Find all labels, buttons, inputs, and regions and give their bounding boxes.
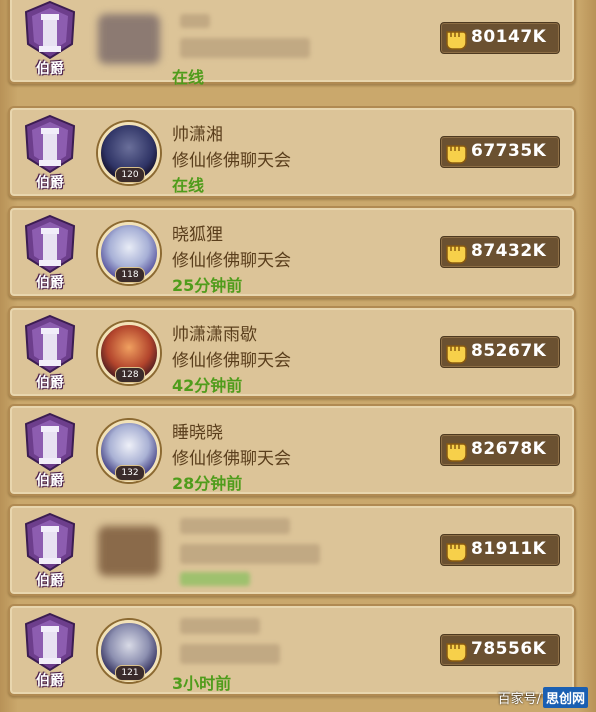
online-status: 42分钟前 (172, 376, 243, 395)
fist-icon (446, 145, 467, 164)
member-list: 伯爵 在线 80147K 伯爵 120 帅潇湘 修仙修佛聊天会 在线 67735… (0, 0, 596, 712)
member-row[interactable]: 伯爵 132 睡晓晓 修仙修佛聊天会 28分钟前 82678K (8, 404, 576, 496)
watermark-text: 百家号/ (497, 692, 541, 707)
level-badge: 118 (115, 267, 145, 283)
guild-redacted (180, 544, 320, 564)
fist-icon (446, 543, 467, 562)
watermark-brand: 思创网 (542, 687, 588, 708)
avatar[interactable]: 121 (98, 620, 160, 682)
fist-icon (446, 345, 467, 364)
online-status: 在线 (172, 68, 205, 87)
avatar[interactable] (98, 14, 160, 64)
avatar[interactable]: 118 (98, 222, 160, 284)
watermark: 百家号/思创网 (498, 687, 588, 708)
level-badge: 120 (115, 167, 145, 183)
power-box: 81911K (440, 534, 560, 566)
avatar[interactable] (98, 526, 160, 576)
rank-badge-icon: 伯爵 (20, 314, 80, 392)
player-name: 睡晓晓 (172, 423, 223, 443)
power-value: 81911K (471, 539, 547, 559)
member-row[interactable]: 伯爵 在线 80147K (8, 0, 576, 87)
power-box: 87432K (440, 236, 560, 268)
guild-redacted (180, 644, 280, 664)
online-status: 25分钟前 (172, 276, 243, 295)
member-row[interactable]: 伯爵 128 帅潇潇雨歇 修仙修佛聊天会 42分钟前 85267K (8, 306, 576, 398)
rank-label: 伯爵 (36, 61, 64, 77)
guild-redacted (180, 38, 310, 58)
rank-label: 伯爵 (36, 275, 64, 291)
guild-name: 修仙修佛聊天会 (172, 449, 291, 469)
guild-name: 修仙修佛聊天会 (172, 351, 291, 371)
fist-icon (446, 643, 467, 662)
rank-label: 伯爵 (36, 673, 64, 689)
online-status: 在线 (172, 176, 205, 195)
avatar[interactable]: 132 (98, 420, 160, 482)
member-row[interactable]: 伯爵 81911K (8, 504, 576, 596)
fist-icon (446, 245, 467, 264)
fist-icon (446, 443, 467, 462)
rank-label: 伯爵 (36, 473, 64, 489)
power-value: 87432K (471, 241, 547, 261)
power-box: 78556K (440, 634, 560, 666)
rank-badge-icon: 伯爵 (20, 412, 80, 490)
power-value: 85267K (471, 341, 547, 361)
avatar[interactable]: 120 (98, 122, 160, 184)
player-name: 晓狐狸 (172, 225, 223, 245)
name-redacted (180, 618, 260, 634)
status-redacted (180, 572, 250, 586)
online-status: 28分钟前 (172, 474, 243, 493)
level-badge: 128 (115, 367, 145, 383)
rank-badge-icon: 伯爵 (20, 114, 80, 192)
power-box: 80147K (440, 22, 560, 54)
power-value: 67735K (471, 141, 547, 161)
rank-label: 伯爵 (36, 375, 64, 391)
member-row[interactable]: 伯爵 120 帅潇湘 修仙修佛聊天会 在线 67735K (8, 106, 576, 198)
level-badge: 121 (115, 665, 145, 681)
fist-icon (446, 31, 467, 50)
player-name: 帅潇湘 (172, 125, 223, 145)
power-box: 82678K (440, 434, 560, 466)
power-value: 80147K (471, 27, 547, 47)
rank-label: 伯爵 (36, 573, 64, 589)
level-badge: 132 (115, 465, 145, 481)
rank-label: 伯爵 (36, 175, 64, 191)
name-redacted (180, 14, 210, 28)
power-value: 82678K (471, 439, 547, 459)
guild-name: 修仙修佛聊天会 (172, 251, 291, 271)
rank-badge-icon: 伯爵 (20, 612, 80, 690)
avatar[interactable]: 128 (98, 322, 160, 384)
member-row[interactable]: 伯爵 118 晓狐狸 修仙修佛聊天会 25分钟前 87432K (8, 206, 576, 298)
member-row[interactable]: 伯爵 121 3小时前 78556K (8, 604, 576, 696)
rank-badge-icon: 伯爵 (20, 512, 80, 590)
player-name: 帅潇潇雨歇 (172, 325, 257, 345)
rank-badge-icon: 伯爵 (20, 0, 80, 78)
online-status: 3小时前 (172, 674, 232, 693)
rank-badge-icon: 伯爵 (20, 214, 80, 292)
power-box: 67735K (440, 136, 560, 168)
name-redacted (180, 518, 290, 534)
power-box: 85267K (440, 336, 560, 368)
guild-name: 修仙修佛聊天会 (172, 151, 291, 171)
power-value: 78556K (471, 639, 547, 659)
